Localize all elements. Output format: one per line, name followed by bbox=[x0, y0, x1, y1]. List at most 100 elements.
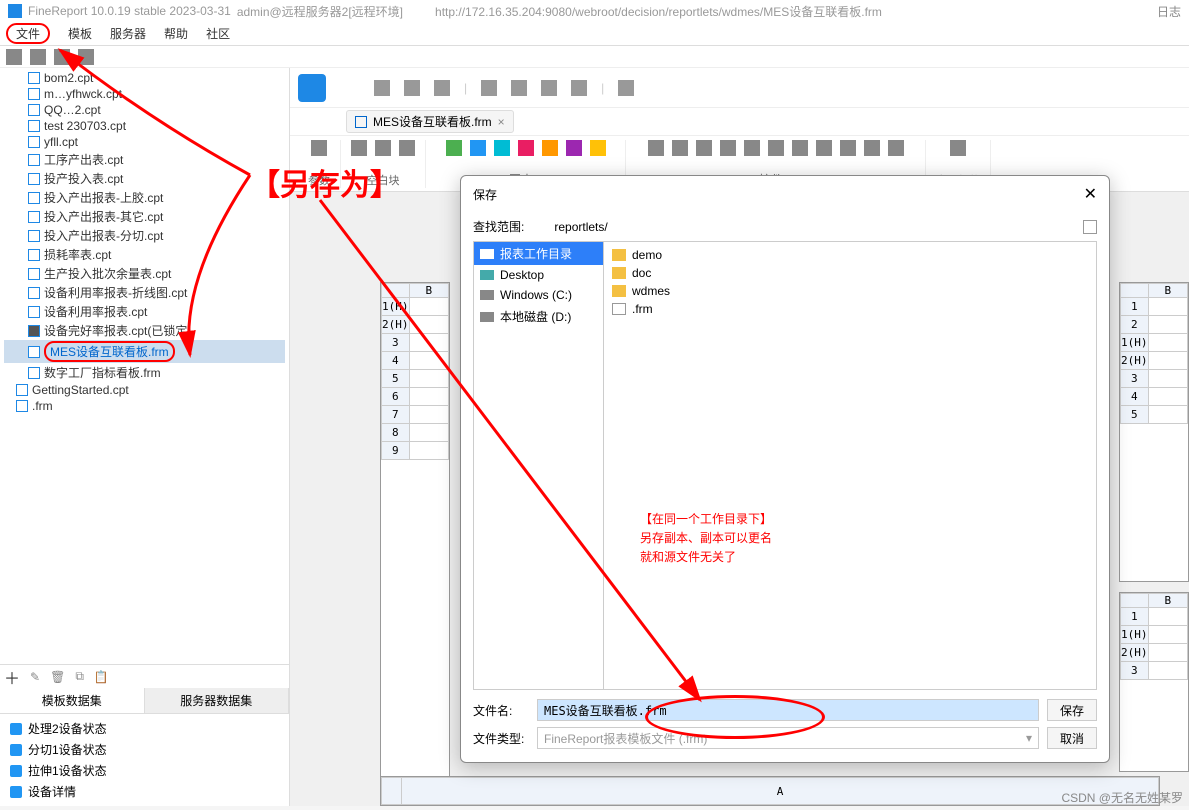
left-panel: bom2.cpt m…yfhwck.cpt QQ…2.cpt test 2307… bbox=[0, 68, 290, 806]
doc-icon bbox=[28, 88, 40, 100]
doc-icon bbox=[28, 211, 40, 223]
tree-item: 投入产出报表-其它.cpt bbox=[4, 207, 285, 226]
dataset-toolbar: ＋ ✎ 🗑 ⧉ 📋 bbox=[0, 664, 289, 688]
log-link[interactable]: 日志 bbox=[1157, 3, 1181, 20]
location-workdir[interactable]: 报表工作目录 bbox=[474, 242, 603, 265]
doc-icon bbox=[28, 104, 40, 116]
dataset-item: 拉伸1设备状态 bbox=[4, 760, 285, 781]
add-icon[interactable]: ＋ bbox=[4, 665, 20, 689]
bar-icon[interactable] bbox=[470, 140, 486, 156]
copy-icon[interactable] bbox=[511, 80, 527, 96]
filetype-select[interactable]: FineReport报表模板文件 (.frm)▾ bbox=[537, 727, 1039, 749]
file-item[interactable]: .frm bbox=[608, 300, 1092, 318]
block2-icon[interactable] bbox=[375, 140, 391, 156]
doc-icon bbox=[28, 249, 40, 261]
drive-icon bbox=[480, 312, 494, 322]
location-desktop[interactable]: Desktop bbox=[474, 265, 603, 285]
tab-server-ds[interactable]: 服务器数据集 bbox=[145, 688, 290, 713]
file-icon bbox=[612, 303, 626, 315]
close-tab-icon[interactable]: × bbox=[498, 115, 505, 129]
menu-file[interactable]: 文件 bbox=[6, 23, 50, 44]
widget5-icon[interactable] bbox=[744, 140, 760, 156]
folder-item[interactable]: demo bbox=[608, 246, 1092, 264]
widget10-icon[interactable] bbox=[864, 140, 880, 156]
block3-icon[interactable] bbox=[399, 140, 415, 156]
widget6-icon[interactable] bbox=[768, 140, 784, 156]
widget11-icon[interactable] bbox=[888, 140, 904, 156]
widget3-icon[interactable] bbox=[696, 140, 712, 156]
widget9-icon[interactable] bbox=[840, 140, 856, 156]
delete-icon[interactable]: 🗑 bbox=[50, 670, 65, 684]
save-icon[interactable] bbox=[374, 80, 390, 96]
dialog-title-text: 保存 bbox=[473, 186, 497, 203]
expand-icon[interactable] bbox=[1083, 220, 1097, 234]
paste-icon[interactable]: 📋 bbox=[94, 670, 109, 684]
dialog-footer: 文件名: 保存 文件类型: FineReport报表模板文件 (.frm)▾ 取… bbox=[473, 690, 1097, 762]
gauge-icon[interactable] bbox=[542, 140, 558, 156]
line-icon[interactable] bbox=[494, 140, 510, 156]
folder-icon bbox=[612, 249, 626, 261]
document-tab[interactable]: MES设备互联看板.frm × bbox=[346, 110, 514, 133]
folder-icon[interactable] bbox=[54, 49, 70, 65]
preview-icon[interactable] bbox=[618, 80, 634, 96]
radar-icon[interactable] bbox=[566, 140, 582, 156]
report-block[interactable]: B 1(H) 2(H) 3 4 5 6 7 8 9 bbox=[380, 282, 450, 782]
new-icon[interactable] bbox=[6, 49, 22, 65]
location-d-drive[interactable]: 本地磁盘 (D:) bbox=[474, 305, 603, 328]
dataset-item: 处理2设备状态 bbox=[4, 718, 285, 739]
document-tab-label: MES设备互联看板.frm bbox=[373, 113, 492, 130]
location-c-drive[interactable]: Windows (C:) bbox=[474, 285, 603, 305]
title-bar: FineReport 10.0.19 stable 2023-03-31 adm… bbox=[0, 0, 1189, 22]
area-icon[interactable] bbox=[518, 140, 534, 156]
menu-help[interactable]: 帮助 bbox=[164, 25, 188, 42]
brush-icon[interactable] bbox=[571, 80, 587, 96]
decision-toolbar: | | bbox=[290, 68, 1189, 108]
folder-item[interactable]: wdmes bbox=[608, 282, 1092, 300]
param-icon[interactable] bbox=[311, 140, 327, 156]
paste-icon[interactable] bbox=[541, 80, 557, 96]
copy-icon[interactable]: ⧉ bbox=[75, 669, 84, 684]
tab-template-ds[interactable]: 模板数据集 bbox=[0, 688, 145, 713]
widget8-icon[interactable] bbox=[816, 140, 832, 156]
cancel-button[interactable]: 取消 bbox=[1047, 727, 1097, 749]
menu-template[interactable]: 模板 bbox=[68, 25, 92, 42]
filename-input[interactable] bbox=[537, 699, 1039, 721]
tree-item: 投入产出报表-上胶.cpt bbox=[4, 188, 285, 207]
pie-icon[interactable] bbox=[446, 140, 462, 156]
cut-icon[interactable] bbox=[481, 80, 497, 96]
save-dialog: 保存 ✕ 查找范围: reportlets/ 报表工作目录 Desktop Wi… bbox=[460, 175, 1110, 763]
save-button[interactable]: 保存 bbox=[1047, 699, 1097, 721]
widget1-icon[interactable] bbox=[648, 140, 664, 156]
folder-item[interactable]: doc bbox=[608, 264, 1092, 282]
widget2-icon[interactable] bbox=[672, 140, 688, 156]
folder-list[interactable]: demo doc wdmes .frm bbox=[604, 242, 1096, 689]
menu-bar: 文件 模板 服务器 帮助 社区 bbox=[0, 22, 1189, 46]
mini-toolbar bbox=[0, 46, 1189, 68]
redo-icon[interactable] bbox=[434, 80, 450, 96]
menu-server[interactable]: 服务器 bbox=[110, 25, 146, 42]
tree-item: 设备利用率报表-折线图.cpt bbox=[4, 283, 285, 302]
tree-item: 生产投入批次余量表.cpt bbox=[4, 264, 285, 283]
report-block[interactable]: B 1 2 1(H) 2(H) 3 4 5 bbox=[1119, 282, 1189, 582]
scatter-icon[interactable] bbox=[590, 140, 606, 156]
block-icon[interactable] bbox=[351, 140, 367, 156]
tree-item: 投入产出报表-分切.cpt bbox=[4, 226, 285, 245]
close-icon[interactable]: ✕ bbox=[1084, 184, 1097, 204]
report-block[interactable]: B 1 1(H) 2(H) 3 bbox=[1119, 592, 1189, 772]
widget7-icon[interactable] bbox=[792, 140, 808, 156]
file-browser: 报表工作目录 Desktop Windows (C:) 本地磁盘 (D:) de… bbox=[473, 241, 1097, 690]
edit-icon[interactable]: ✎ bbox=[30, 670, 40, 684]
doc-icon bbox=[28, 120, 40, 132]
scope-label: 查找范围: bbox=[473, 218, 524, 235]
file-tree[interactable]: bom2.cpt m…yfhwck.cpt QQ…2.cpt test 2307… bbox=[0, 68, 289, 664]
widget4-icon[interactable] bbox=[720, 140, 736, 156]
report-block-bottom[interactable]: A bbox=[380, 776, 1160, 806]
refresh-icon[interactable] bbox=[30, 49, 46, 65]
reuse-icon[interactable] bbox=[950, 140, 966, 156]
locate-icon[interactable] bbox=[78, 49, 94, 65]
undo-icon[interactable] bbox=[404, 80, 420, 96]
desktop-icon bbox=[480, 270, 494, 280]
doc-icon bbox=[28, 154, 40, 166]
doc-icon bbox=[28, 230, 40, 242]
menu-community[interactable]: 社区 bbox=[206, 25, 230, 42]
